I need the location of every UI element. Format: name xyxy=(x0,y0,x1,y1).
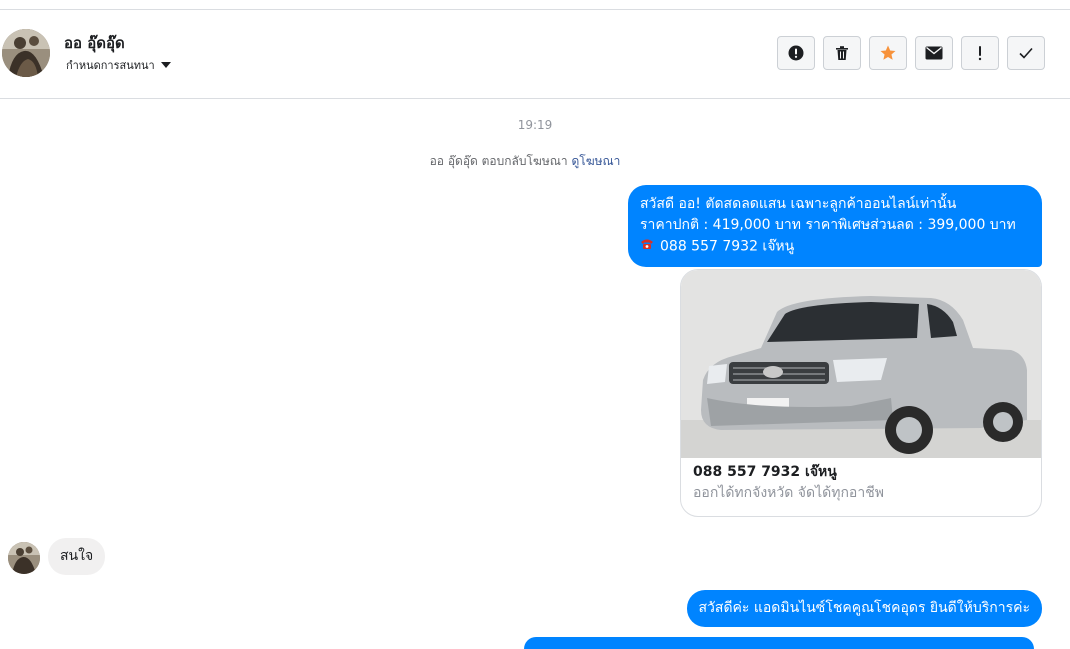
ad-reply-notice: ออ อุ๊ดอุ๊ด ตอบกลับโฆษณา ดูโฆษณา xyxy=(0,152,1050,171)
incoming-message[interactable]: สนใจ xyxy=(48,538,106,575)
important-button[interactable] xyxy=(961,36,999,70)
contact-name: ออ อุ๊ดอุ๊ด xyxy=(64,34,125,52)
message-timestamp: 19:19 xyxy=(517,118,553,132)
checkmark-icon xyxy=(1019,47,1033,59)
message-line: 088 557 7932 เจ๊หนู xyxy=(640,236,1030,258)
message-line: ราคาปกติ : 419,000 บาท ราคาพิเศษส่วนลด :… xyxy=(640,217,1016,233)
exclamation-icon xyxy=(978,46,982,61)
envelope-icon xyxy=(925,46,943,60)
phone-text: 088 557 7932 เจ๊หนู xyxy=(660,238,795,255)
outgoing-message-partial[interactable] xyxy=(524,637,1034,649)
message-line: สวัสดี ออ! ตัดสดลดแสน เฉพาะลูกค้าออนไลน์… xyxy=(640,196,957,212)
conversation-options-label: กำหนดการสนทนา xyxy=(66,59,155,72)
contact-avatar[interactable] xyxy=(2,29,50,77)
outgoing-message[interactable]: สวัสดีค่ะ แอดมินไนซ์โชคคูณโชคอุดร ยินดีใ… xyxy=(686,590,1042,627)
mark-unread-button[interactable] xyxy=(915,36,953,70)
exclamation-circle-icon xyxy=(788,45,804,61)
report-button[interactable] xyxy=(777,36,815,70)
sender-avatar[interactable] xyxy=(8,542,40,574)
conversation-options-dropdown[interactable]: กำหนดการสนทนา xyxy=(66,56,171,74)
car-photo xyxy=(681,270,1041,458)
card-subtitle: ออกได้ทกจังหวัด จัดได้ทุกอาชีพ xyxy=(693,485,884,501)
ad-card[interactable]: 088 557 7932 เจ๊หนู ออกได้ทกจังหวัด จัดไ… xyxy=(680,269,1042,517)
outgoing-message[interactable]: สวัสดี ออ! ตัดสดลดแสน เฉพาะลูกค้าออนไลน์… xyxy=(628,185,1042,267)
trash-icon xyxy=(836,46,848,60)
mark-done-button[interactable] xyxy=(1007,36,1045,70)
ad-reply-text: ออ อุ๊ดอุ๊ด ตอบกลับโฆษณา xyxy=(429,154,568,168)
conversation-header: ออ อุ๊ดอุ๊ด กำหนดการสนทนา xyxy=(0,10,1070,99)
caret-down-icon xyxy=(160,62,171,68)
star-icon xyxy=(880,45,896,60)
delete-button[interactable] xyxy=(823,36,861,70)
star-button[interactable] xyxy=(869,36,907,70)
telephone-icon xyxy=(640,236,654,257)
card-title: 088 557 7932 เจ๊หนู xyxy=(693,464,837,480)
view-ad-link[interactable]: ดูโฆษณา xyxy=(571,154,620,168)
header-actions xyxy=(777,36,1045,70)
